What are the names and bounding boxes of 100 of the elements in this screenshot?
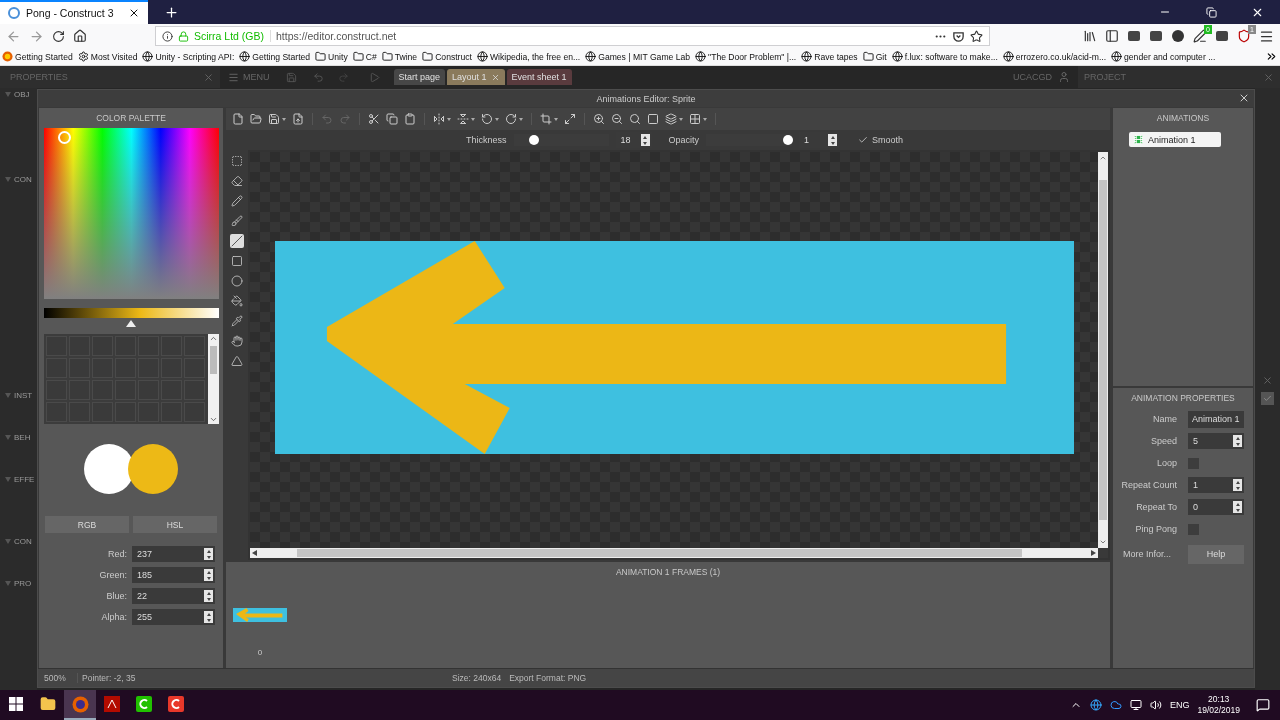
library-icon[interactable]: [1083, 29, 1097, 43]
extension-icon[interactable]: [1215, 29, 1229, 43]
bookmark[interactable]: Getting Started: [239, 51, 311, 62]
spin-buttons[interactable]: [204, 590, 213, 602]
windows-logo-icon[interactable]: [9, 697, 23, 711]
number-field[interactable]: 22: [132, 588, 215, 604]
pencil-icon[interactable]: [230, 194, 244, 208]
bookmark[interactable]: Wikipedia, the free en...: [476, 51, 581, 62]
spin-buttons[interactable]: [1233, 501, 1242, 513]
pen-icon[interactable]: [1193, 29, 1207, 43]
color-picker[interactable]: [43, 128, 219, 299]
home-icon[interactable]: [73, 29, 87, 43]
slider-thumb[interactable]: [529, 135, 540, 145]
new-file-icon[interactable]: [232, 113, 244, 125]
restore-icon[interactable]: [1205, 6, 1217, 18]
paint-bucket-icon[interactable]: [230, 294, 244, 308]
flip-vertical-icon[interactable]: [457, 113, 469, 125]
picker-handle[interactable]: [57, 131, 71, 144]
spin-buttons[interactable]: [204, 548, 213, 560]
caret-icon[interactable]: [447, 117, 451, 121]
arrow-down-icon[interactable]: [208, 415, 218, 424]
spin-buttons[interactable]: [204, 569, 213, 581]
bookmark[interactable]: Most Visited: [77, 51, 138, 62]
extension-icon[interactable]: [1171, 29, 1185, 43]
spin-buttons[interactable]: [204, 611, 213, 623]
bookmark[interactable]: Games | MIT Game Lab: [585, 51, 691, 62]
rectangle-icon[interactable]: [230, 254, 244, 268]
crop-icon[interactable]: [540, 113, 552, 125]
hand-cursor-icon[interactable]: [230, 334, 244, 348]
scrollbar[interactable]: [207, 334, 219, 424]
number-field[interactable]: 237: [132, 546, 215, 562]
star-icon[interactable]: [970, 29, 983, 43]
bookmark[interactable]: f.lux: software to make...: [891, 51, 998, 62]
address-bar[interactable]: Scirra Ltd (GB) https://editor.construct.net: [155, 26, 990, 46]
arrow-down-icon[interactable]: [1099, 538, 1107, 546]
ellipse-icon[interactable]: [230, 274, 244, 288]
pocket-icon[interactable]: [952, 29, 965, 43]
more-info-link[interactable]: More Infor...: [1113, 549, 1177, 559]
menu-icon[interactable]: [1259, 28, 1274, 44]
spin-buttons[interactable]: [640, 134, 650, 146]
user-icon[interactable]: [1058, 71, 1070, 83]
language-indicator[interactable]: ENG: [1169, 700, 1190, 710]
browser-tab[interactable]: Pong - Construct 3: [0, 0, 148, 24]
search-icon[interactable]: [629, 113, 641, 125]
square-icon[interactable]: [647, 113, 659, 125]
color-swatch[interactable]: [128, 444, 178, 494]
clock[interactable]: 20:13 19/02/2019: [1197, 694, 1240, 716]
eyedropper-icon[interactable]: [230, 314, 244, 328]
editor-tab[interactable]: Start page: [393, 69, 446, 85]
layers-icon[interactable]: [665, 113, 677, 125]
caret-icon[interactable]: [703, 117, 707, 121]
grid-icon[interactable]: [689, 113, 701, 125]
line-icon[interactable]: [230, 234, 244, 248]
folder-icon[interactable]: [250, 113, 262, 125]
scrollbar[interactable]: [1098, 152, 1108, 548]
number-field[interactable]: 1: [1188, 477, 1244, 493]
editor-tab[interactable]: Event sheet 1: [506, 69, 572, 85]
spin-buttons[interactable]: [1233, 479, 1242, 491]
forward-icon[interactable]: [29, 28, 44, 44]
clipboard-icon[interactable]: [404, 113, 416, 125]
arrow-up-icon[interactable]: [1099, 154, 1107, 162]
eraser-icon[interactable]: [230, 174, 244, 188]
arrow-right-icon[interactable]: [1091, 550, 1096, 556]
extension-icon[interactable]: [1127, 29, 1141, 43]
shield-icon[interactable]: [1237, 29, 1251, 43]
sidebar-icon[interactable]: [1105, 29, 1119, 43]
bookmark[interactable]: C#: [352, 51, 377, 62]
caret-icon[interactable]: [471, 117, 475, 121]
close-icon[interactable]: [128, 7, 140, 19]
caret-icon[interactable]: [519, 117, 523, 121]
network-icon[interactable]: [1129, 699, 1142, 711]
number-field[interactable]: 5: [1188, 433, 1244, 449]
spin-buttons[interactable]: [1233, 435, 1242, 447]
bookmark[interactable]: Getting Started: [2, 51, 73, 62]
checkbox[interactable]: [1188, 523, 1199, 535]
scroll-thumb[interactable]: [209, 346, 217, 374]
number-field[interactable]: 185: [132, 567, 215, 583]
arrow-up-icon[interactable]: [208, 334, 218, 343]
mode-button[interactable]: HSL: [133, 516, 217, 533]
frame-thumbnail[interactable]: [233, 608, 287, 622]
cloud-icon[interactable]: [1109, 699, 1122, 711]
arrow-left-icon[interactable]: [252, 550, 257, 556]
spin-buttons[interactable]: [828, 134, 838, 146]
number-field[interactable]: 0: [1188, 499, 1244, 515]
new-tab-icon[interactable]: [163, 4, 179, 20]
zoom-in-icon[interactable]: [593, 113, 605, 125]
animation-item[interactable]: Animation 1: [1129, 132, 1221, 147]
bookmark[interactable]: "The Door Problem" |...: [695, 51, 797, 62]
flip-horizontal-icon[interactable]: [433, 113, 445, 125]
file-export-icon[interactable]: [292, 113, 304, 125]
caret-icon[interactable]: [282, 117, 286, 121]
back-icon[interactable]: [6, 28, 21, 44]
reload-icon[interactable]: [52, 29, 65, 43]
bookmark[interactable]: Git: [862, 51, 887, 62]
selection-icon[interactable]: [230, 154, 244, 168]
bookmark[interactable]: Construct: [422, 51, 472, 62]
bookmark[interactable]: errozero.co.uk/acid-m...: [1002, 51, 1107, 62]
checkbox[interactable]: [1261, 392, 1274, 405]
caret-icon[interactable]: [679, 117, 683, 121]
help-button[interactable]: Help: [1188, 544, 1244, 564]
